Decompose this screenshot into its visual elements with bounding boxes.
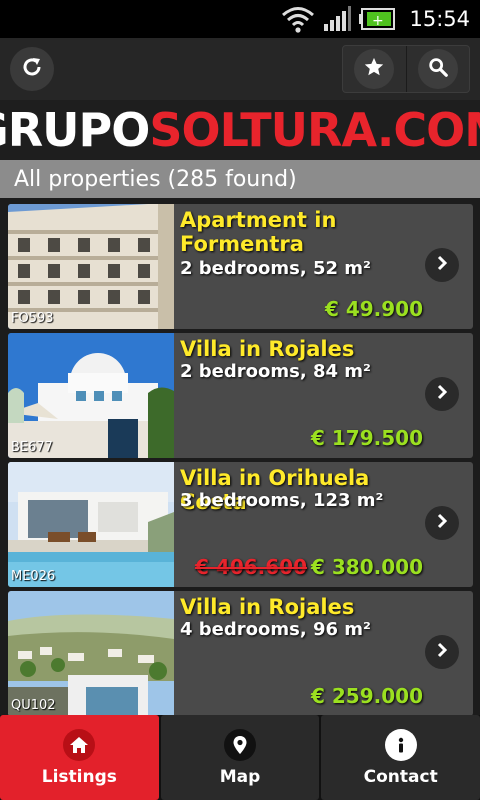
listing-title: Apartment in Formentra bbox=[180, 208, 337, 256]
chevron-right-icon bbox=[433, 641, 451, 663]
listing-details: 3 bedrooms, 123 m² bbox=[180, 490, 384, 511]
info-icon bbox=[384, 728, 417, 761]
listing-ref: ME026 bbox=[11, 569, 56, 584]
home-icon bbox=[63, 728, 96, 761]
tab-contact[interactable]: Contact bbox=[321, 715, 480, 800]
listing-details: 4 bedrooms, 96 m² bbox=[180, 619, 371, 640]
action-bar bbox=[0, 38, 480, 100]
search-icon bbox=[427, 56, 449, 82]
results-count-label: All properties (285 found) bbox=[14, 166, 297, 192]
listing-price-block: € 259.000 bbox=[307, 684, 423, 708]
signal-icon bbox=[323, 6, 352, 32]
wifi-icon bbox=[281, 5, 315, 33]
chevron-right-icon bbox=[433, 383, 451, 405]
star-icon bbox=[363, 56, 385, 82]
listing-price: € 380.000 bbox=[311, 555, 423, 579]
map-pin-icon bbox=[224, 728, 256, 761]
listing-ref: QU102 bbox=[11, 698, 56, 713]
listing-title: Villa in Rojales bbox=[180, 337, 355, 361]
listing-ref: FO593 bbox=[11, 311, 54, 326]
listing-price: € 179.500 bbox=[311, 426, 423, 450]
results-header: All properties (285 found) bbox=[0, 160, 480, 198]
tab-listings-label: Listings bbox=[41, 766, 117, 787]
listing-details: 2 bedrooms, 52 m² bbox=[180, 258, 371, 279]
listing-ref: BE677 bbox=[11, 440, 53, 455]
listing-card[interactable]: ME026 Villa in Orihuela Costa 3 bedrooms… bbox=[8, 462, 473, 587]
listing-price: € 259.000 bbox=[311, 684, 423, 708]
bottom-nav: Listings Map Contact bbox=[0, 715, 480, 800]
listing-open-button[interactable] bbox=[425, 248, 459, 282]
tab-map-label: Map bbox=[219, 766, 261, 787]
logo-part-red: SOLTURA.COM bbox=[149, 103, 480, 157]
listing-title: Villa in Rojales bbox=[180, 595, 355, 619]
listing-price-block: € 179.500 bbox=[307, 426, 423, 450]
listing-price: € 49.900 bbox=[324, 297, 423, 321]
listing-price-block: € 406.600 € 380.000 bbox=[195, 555, 423, 579]
chevron-right-icon bbox=[433, 512, 451, 534]
action-button-group bbox=[342, 45, 470, 93]
listing-old-price: € 406.600 bbox=[195, 555, 308, 579]
svg-text:+: + bbox=[372, 13, 384, 29]
refresh-button[interactable] bbox=[10, 47, 54, 91]
listing-open-button[interactable] bbox=[425, 506, 459, 540]
listing-open-button[interactable] bbox=[425, 377, 459, 411]
listing-price-block: € 49.900 bbox=[321, 297, 423, 321]
listing-card[interactable]: BE677 Villa in Rojales 2 bedrooms, 84 m²… bbox=[8, 333, 473, 458]
listing-card[interactable]: FO593 Apartment in Formentra 2 bedrooms,… bbox=[8, 204, 473, 329]
listing-open-button[interactable] bbox=[425, 635, 459, 669]
listing-details: 2 bedrooms, 84 m² bbox=[180, 361, 371, 382]
brand-logo: GRUPOSOLTURA.COM bbox=[0, 100, 480, 160]
battery-icon: + bbox=[359, 8, 396, 30]
logo-part-white: GRUPO bbox=[0, 103, 150, 157]
refresh-icon bbox=[20, 55, 44, 83]
favorites-button[interactable] bbox=[343, 46, 406, 92]
tab-listings[interactable]: Listings bbox=[0, 715, 159, 800]
tab-contact-label: Contact bbox=[363, 766, 438, 787]
status-time: 15:54 bbox=[409, 7, 470, 31]
chevron-right-icon bbox=[433, 254, 451, 276]
status-bar: + 15:54 bbox=[0, 0, 480, 38]
listing-card[interactable]: QU102 Villa in Rojales 4 bedrooms, 96 m²… bbox=[8, 591, 473, 716]
search-button[interactable] bbox=[405, 46, 470, 92]
tab-map[interactable]: Map bbox=[160, 715, 320, 800]
